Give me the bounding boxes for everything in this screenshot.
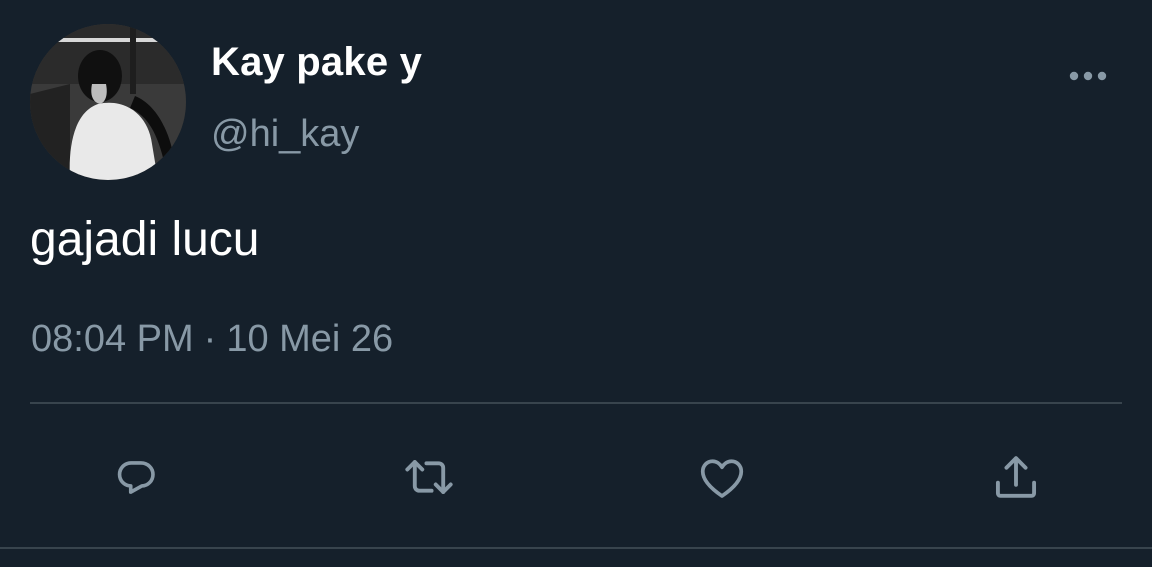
tweet-timestamp[interactable]: 08:04 PM · 10 Mei 26 xyxy=(31,318,393,361)
more-options-button[interactable] xyxy=(1062,60,1114,92)
retweet-icon xyxy=(405,460,453,494)
more-horizontal-icon xyxy=(1069,71,1107,81)
share-button[interactable] xyxy=(984,445,1048,509)
avatar[interactable] xyxy=(30,24,186,180)
retweet-button[interactable] xyxy=(397,445,461,509)
divider-bottom xyxy=(0,547,1152,549)
avatar-photo xyxy=(30,24,186,180)
reply-icon xyxy=(117,461,155,494)
user-handle[interactable]: @hi_kay xyxy=(211,113,359,156)
display-name[interactable]: Kay pake y xyxy=(211,40,422,85)
reply-button[interactable] xyxy=(104,445,168,509)
divider xyxy=(30,402,1122,404)
tweet-date: 10 Mei 26 xyxy=(226,318,394,360)
share-icon xyxy=(995,456,1037,498)
like-button[interactable] xyxy=(690,445,754,509)
tweet-time: 08:04 PM xyxy=(31,318,194,360)
tweet-text: gajadi lucu xyxy=(30,213,260,266)
tweet-detail: Kay pake y @hi_kay gajadi lucu 08:04 PM ·… xyxy=(0,0,1152,567)
meta-separator: · xyxy=(203,318,217,360)
heart-icon xyxy=(700,459,744,498)
